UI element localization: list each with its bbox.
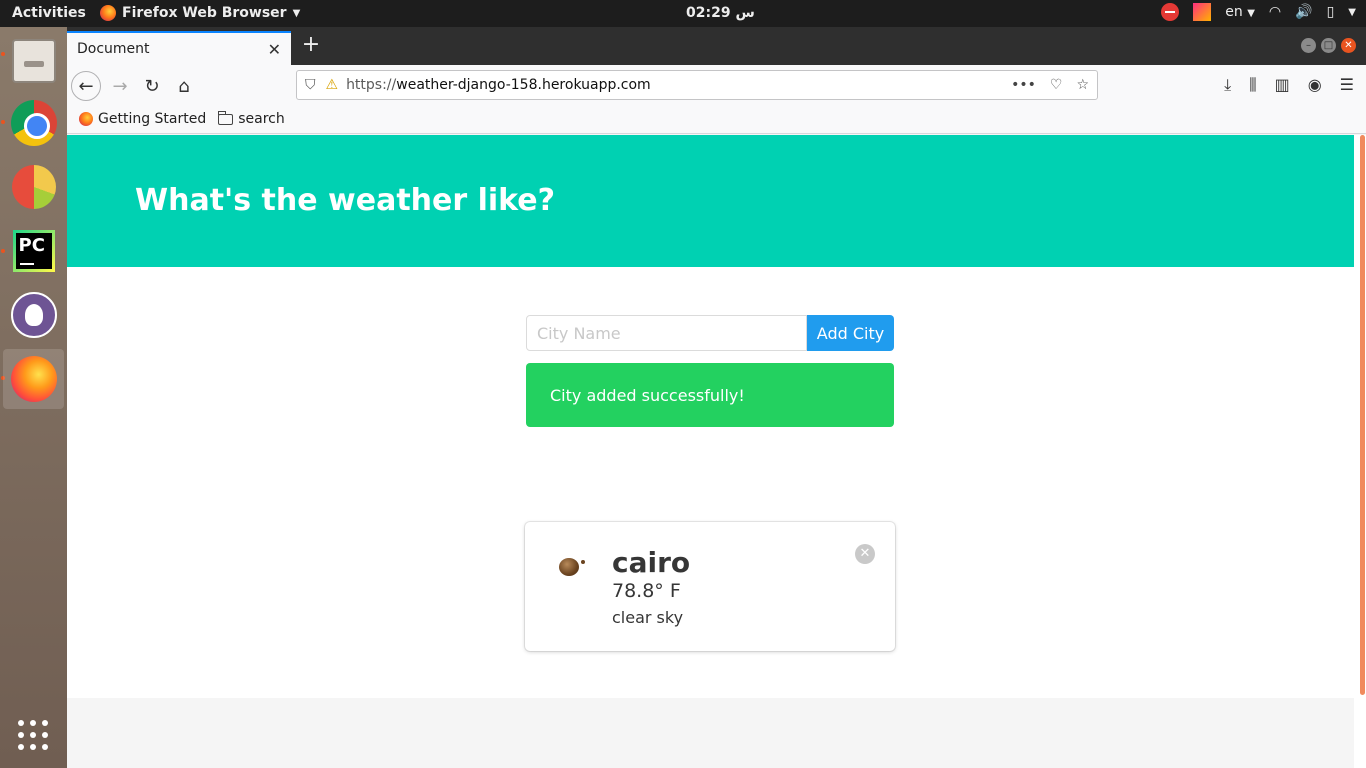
- new-tab-button[interactable]: +: [299, 34, 323, 58]
- back-button[interactable]: ←: [71, 71, 101, 101]
- delete-city-button[interactable]: ✕: [855, 544, 875, 564]
- chrome-icon: [10, 100, 57, 146]
- page-footer: [67, 698, 1354, 768]
- city-name-input[interactable]: [526, 315, 807, 351]
- bookmark-folder-search[interactable]: search: [218, 110, 285, 127]
- language-label: en: [1225, 4, 1243, 20]
- url-bar[interactable]: ⛉ ⚠ https://weather-django-158.herokuapp…: [296, 70, 1098, 100]
- clock[interactable]: 02:29 س: [686, 5, 755, 21]
- scrollbar-thumb[interactable]: [1360, 135, 1365, 695]
- page-title: What's the weather like?: [135, 183, 556, 218]
- tab-title: Document: [77, 41, 150, 57]
- hero-banner: What's the weather like?: [67, 135, 1354, 267]
- add-city-button[interactable]: Add City: [807, 315, 894, 351]
- url-domain: weather-django-158.herokuapp.com: [396, 77, 651, 93]
- dock-firefox[interactable]: [3, 349, 64, 409]
- close-window-button[interactable]: ✕: [1341, 38, 1356, 53]
- system-menu-chevron-icon[interactable]: ▼: [1348, 7, 1356, 18]
- chart-icon: [11, 165, 56, 209]
- app-grid-icon[interactable]: [18, 720, 50, 752]
- pycharm-icon: PC: [12, 230, 55, 272]
- bookmark-label: Getting Started: [98, 111, 207, 127]
- weather-description: clear sky: [612, 608, 684, 627]
- dock-chart-app[interactable]: [3, 157, 64, 217]
- bookmark-star-icon[interactable]: ☆: [1076, 77, 1089, 93]
- city-name: cairo: [612, 546, 691, 579]
- notification-text: City added successfully!: [550, 385, 745, 405]
- wifi-icon[interactable]: ◠: [1269, 4, 1281, 20]
- url-prefix: https://: [346, 77, 397, 93]
- weather-card: cairo 78.8° F clear sky ✕: [525, 522, 895, 651]
- library-icon[interactable]: ⫼: [1249, 75, 1256, 95]
- success-notification: City added successfully!: [526, 363, 894, 427]
- firefox-icon: [100, 5, 116, 21]
- page-actions-icon[interactable]: •••: [1011, 77, 1036, 93]
- folder-icon: [218, 110, 234, 125]
- account-icon[interactable]: ◉: [1308, 75, 1322, 95]
- page-scrollbar[interactable]: [1354, 135, 1366, 768]
- github-icon: [10, 292, 57, 338]
- firefox-icon: [10, 356, 57, 402]
- app-menu-label: Firefox Web Browser: [122, 5, 287, 21]
- insecure-warning-icon[interactable]: ⚠: [326, 77, 339, 93]
- tab-bar: Document ✕ + – □ ✕: [67, 27, 1366, 65]
- chevron-down-icon: ▼: [1247, 8, 1255, 19]
- menu-icon[interactable]: ☰: [1340, 75, 1354, 95]
- language-indicator[interactable]: en ▼: [1225, 4, 1255, 20]
- system-tray: en ▼ ◠ 🔊 ▯ ▼: [1161, 3, 1356, 21]
- forward-button[interactable]: →: [105, 71, 135, 101]
- navigation-toolbar: ← → ↻ ⌂ ⛉ ⚠ https://weather-django-158.h…: [67, 65, 1366, 105]
- dock: PC: [0, 27, 67, 768]
- bookmark-getting-started[interactable]: Getting Started: [79, 111, 206, 127]
- shield-icon[interactable]: ⛉: [305, 77, 316, 93]
- temperature: 78.8° F: [612, 580, 681, 602]
- volume-icon[interactable]: 🔊: [1295, 4, 1312, 20]
- bookmark-label: search: [238, 111, 285, 127]
- add-city-form: Add City: [526, 315, 894, 351]
- url-text[interactable]: https://weather-django-158.herokuapp.com: [346, 77, 651, 93]
- do-not-disturb-icon[interactable]: [1161, 3, 1180, 21]
- web-page: What's the weather like? Add City City a…: [67, 135, 1354, 768]
- maximize-button[interactable]: □: [1321, 38, 1336, 53]
- pocket-icon[interactable]: ♡: [1050, 77, 1063, 93]
- chevron-down-icon: ▼: [292, 7, 301, 19]
- download-icon[interactable]: ⤓: [1224, 75, 1231, 95]
- app-menu[interactable]: Firefox Web Browser ▼: [100, 5, 300, 21]
- dock-pycharm[interactable]: PC: [3, 221, 64, 281]
- files-icon: [11, 39, 56, 83]
- battery-icon[interactable]: ▯: [1327, 4, 1335, 20]
- cube-icon[interactable]: [1193, 3, 1212, 21]
- gnome-top-bar: Activities Firefox Web Browser ▼ 02:29 س…: [0, 0, 1366, 27]
- minimize-button[interactable]: –: [1301, 38, 1316, 53]
- sidebar-icon[interactable]: ▥: [1275, 75, 1290, 95]
- home-button[interactable]: ⌂: [169, 71, 199, 101]
- clear-sky-weather-icon: [557, 556, 585, 576]
- activities-button[interactable]: Activities: [12, 5, 86, 21]
- bookmarks-toolbar: Getting Started search: [67, 105, 1366, 134]
- reload-button[interactable]: ↻: [137, 71, 167, 101]
- dock-github[interactable]: [3, 285, 64, 345]
- tab-document[interactable]: Document ✕: [67, 31, 291, 65]
- dock-chrome[interactable]: [3, 93, 64, 153]
- firefox-window: Document ✕ + – □ ✕ ← → ↻ ⌂ ⛉ ⚠ https://w…: [67, 27, 1366, 768]
- firefox-icon: [79, 112, 93, 126]
- dock-files[interactable]: [3, 31, 64, 91]
- close-tab-icon[interactable]: ✕: [268, 40, 281, 59]
